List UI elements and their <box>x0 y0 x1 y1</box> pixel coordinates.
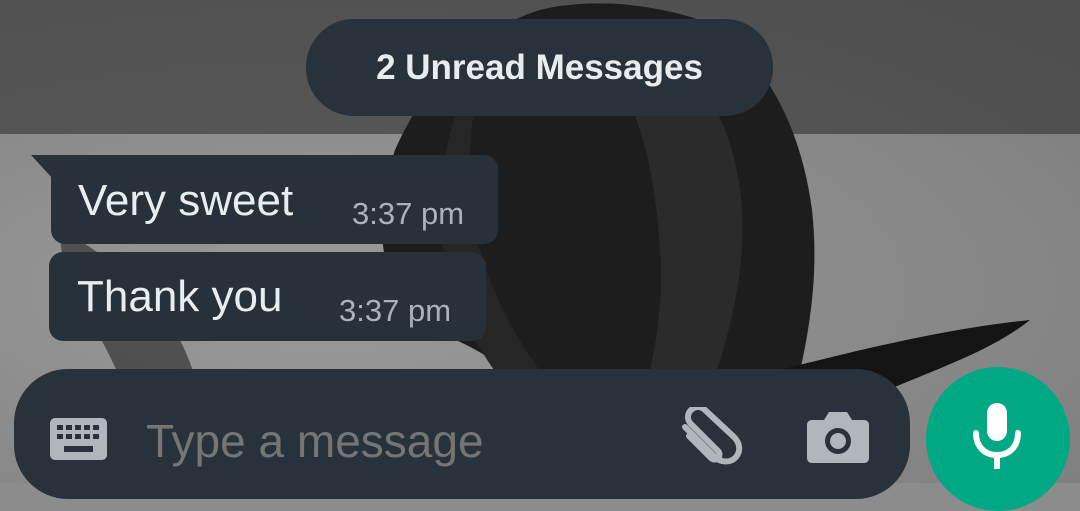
message-bubble[interactable]: Very sweet 3:37 pm <box>51 155 498 244</box>
paperclip-icon[interactable] <box>673 407 743 467</box>
message-time: 3:37 pm <box>352 196 465 231</box>
unread-messages-pill: 2 Unread Messages <box>306 19 773 116</box>
message-text: Thank you <box>77 272 283 321</box>
message-bubble[interactable]: Thank you 3:37 pm <box>49 252 486 341</box>
unread-messages-label: 2 Unread Messages <box>376 47 703 87</box>
message-input[interactable] <box>146 414 646 468</box>
bubble-tail <box>31 155 53 179</box>
camera-icon[interactable] <box>806 408 870 464</box>
keyboard-icon[interactable] <box>50 418 107 460</box>
microphone-icon <box>973 403 1021 469</box>
message-text: Very sweet <box>78 176 294 225</box>
message-time: 3:37 pm <box>339 293 452 328</box>
